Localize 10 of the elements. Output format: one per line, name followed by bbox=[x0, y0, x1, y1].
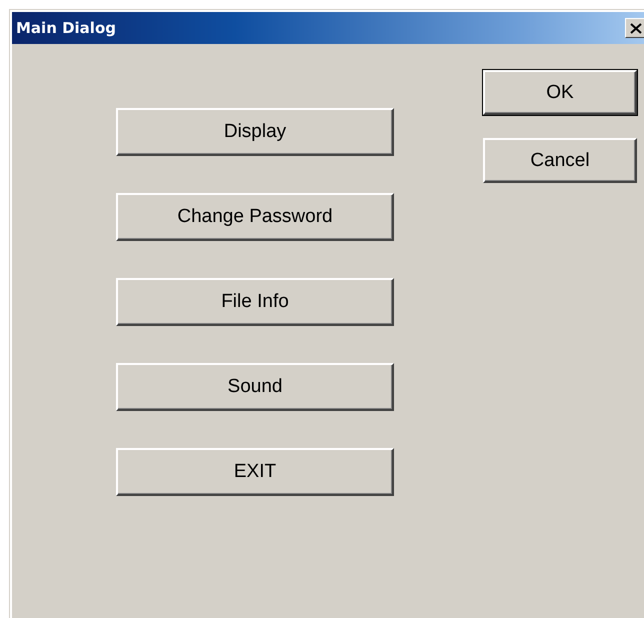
menu-button[interactable]: Sound bbox=[116, 363, 394, 411]
dialog-button[interactable]: OK bbox=[483, 70, 637, 115]
menu-button[interactable]: Change Password bbox=[116, 193, 394, 241]
menu-button[interactable]: EXIT bbox=[116, 448, 394, 496]
menu-button[interactable]: Display bbox=[116, 108, 394, 156]
close-button[interactable] bbox=[625, 18, 644, 38]
close-icon bbox=[630, 22, 642, 34]
menu-button[interactable]: File Info bbox=[116, 278, 394, 326]
dialog-button[interactable]: Cancel bbox=[483, 138, 637, 183]
window-title: Main Dialog bbox=[16, 19, 116, 37]
